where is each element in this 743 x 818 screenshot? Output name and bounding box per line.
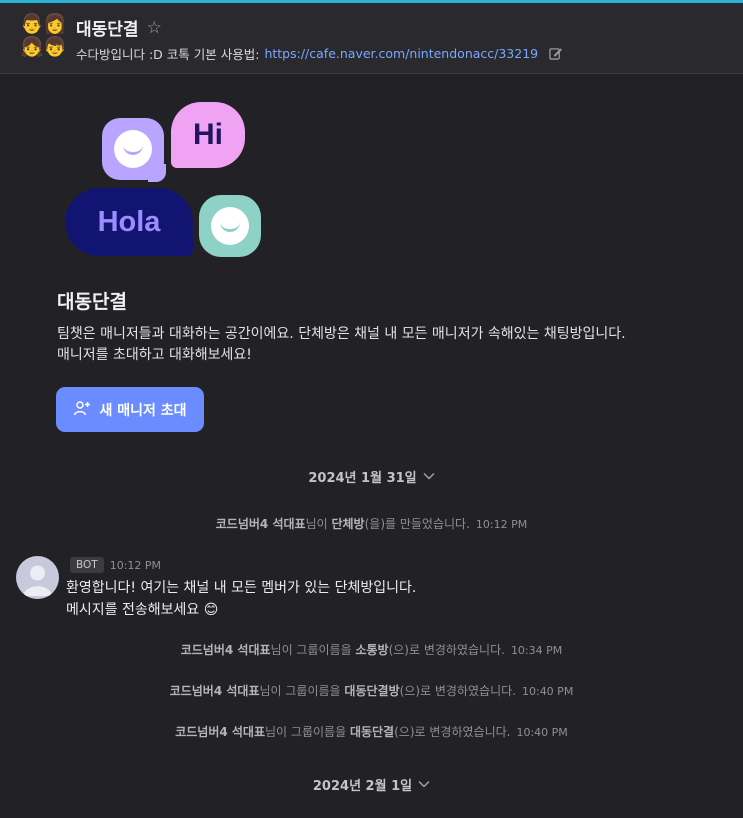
system-text: (으)로 변경하였습니다. — [388, 643, 505, 657]
system-time: 10:40 PM — [516, 726, 568, 739]
system-room-name: 대동단결 — [349, 725, 395, 739]
subtitle-text: 수다방입니다 :D 코톡 기본 사용법: — [76, 47, 260, 62]
system-actor: 코드넘버4 석대표 — [215, 517, 306, 531]
invite-button-label: 새 매니저 초대 — [99, 402, 187, 419]
message-line-1: 환영합니다! 여기는 채널 내 모든 멤버가 있는 단체방입니다. — [66, 580, 417, 596]
group-avatar[interactable]: 👨 👩 👧 👦 — [20, 13, 67, 59]
date-label: 2024년 2월 1일 — [312, 779, 413, 794]
avatar-emoji-3: 👧 — [20, 36, 44, 58]
system-room-name: 단체방 — [331, 517, 365, 531]
system-message: 코드넘버4 석대표님이 그룹이름을 대동단결방(으)로 변경하였습니다. 10:4… — [0, 682, 743, 699]
system-text: (으)로 변경하였습니다. — [399, 684, 516, 698]
message-meta: BOT 10:12 PM — [70, 557, 161, 573]
system-text: (을)를 만들었습니다. — [364, 517, 470, 531]
avatar-emoji-4: 👦 — [43, 36, 67, 58]
hi-bubble: Hi — [171, 102, 245, 168]
chat-title: 대동단결 — [76, 20, 139, 40]
system-text: (으)로 변경하였습니다. — [394, 725, 511, 739]
system-actor: 코드넘버4 석대표 — [180, 643, 271, 657]
teal-smile-bubble — [199, 195, 261, 257]
avatar-emoji-2: 👩 — [43, 13, 67, 35]
system-text: 님이 그룹이름을 — [259, 684, 345, 698]
system-room-name: 대동단결방 — [344, 684, 400, 698]
bot-badge: BOT — [70, 557, 104, 573]
hola-text: Hola — [97, 205, 161, 238]
system-time: 10:12 PM — [475, 518, 528, 531]
description-line-1: 팀챗은 매니저들과 대화하는 공간이에요. 단체방은 채널 내 모든 매니저가 … — [57, 326, 626, 342]
system-text: 님이 — [305, 517, 332, 531]
star-icon[interactable]: ☆ — [147, 18, 162, 38]
date-separator[interactable]: 2024년 1월 31일 — [0, 467, 743, 486]
chevron-down-icon — [423, 469, 435, 484]
system-message: 코드넘버4 석대표님이 단체방(을)를 만들었습니다. 10:12 PM — [0, 515, 743, 532]
purple-smile-bubble — [102, 118, 166, 182]
message-body[interactable]: 환영합니다! 여기는 채널 내 모든 멤버가 있는 단체방입니다. 메시지를 전… — [66, 577, 416, 621]
title-row: 대동단결 ☆ — [76, 15, 162, 41]
add-user-icon — [73, 400, 91, 420]
edit-icon[interactable] — [549, 47, 563, 60]
avatar-emoji-1: 👨 — [20, 13, 44, 35]
invite-manager-button[interactable]: 새 매니저 초대 — [56, 387, 204, 432]
smile-face-icon — [211, 207, 249, 245]
chat-subtitle: 수다방입니다 :D 코톡 기본 사용법: https://cafe.naver.… — [76, 44, 563, 63]
date-label: 2024년 1월 31일 — [308, 471, 417, 486]
chat-header: 👨 👩 👧 👦 대동단결 ☆ 수다방입니다 :D 코톡 기본 사용법: http… — [0, 3, 743, 74]
subtitle-link[interactable]: https://cafe.naver.com/nintendonacc/3321… — [264, 46, 538, 61]
room-description: 팀챗은 매니저들과 대화하는 공간이에요. 단체방은 채널 내 모든 매니저가 … — [57, 324, 717, 366]
system-actor: 코드넘버4 석대표 — [169, 684, 260, 698]
system-text: 님이 그룹이름을 — [270, 643, 356, 657]
system-time: 10:40 PM — [521, 685, 574, 698]
chevron-down-icon — [418, 777, 430, 792]
message-time: 10:12 PM — [109, 558, 162, 572]
smile-face-icon — [114, 130, 152, 168]
system-text: 님이 그룹이름을 — [265, 725, 350, 739]
system-actor: 코드넘버4 석대표 — [175, 725, 266, 739]
hola-bubble: Hola — [65, 188, 193, 256]
system-message: 코드넘버4 석대표님이 그룹이름을 소통방(으)로 변경하였습니다. 10:34 … — [0, 641, 743, 658]
hi-text: Hi — [193, 118, 223, 151]
system-room-name: 소통방 — [355, 643, 389, 657]
message-line-2: 메시지를 전송해보세요 😊 — [66, 602, 219, 618]
bot-avatar[interactable] — [16, 556, 59, 599]
system-message: 코드넘버4 석대표님이 그룹이름을 대동단결(으)로 변경하였습니다. 10:40… — [0, 723, 743, 740]
room-title: 대동단결 — [57, 291, 127, 313]
description-line-2: 매니저를 초대하고 대화해보세요! — [57, 347, 252, 363]
hero-illustration: Hi Hola — [65, 100, 265, 260]
date-separator[interactable]: 2024년 2월 1일 — [0, 775, 743, 794]
system-time: 10:34 PM — [510, 644, 563, 657]
